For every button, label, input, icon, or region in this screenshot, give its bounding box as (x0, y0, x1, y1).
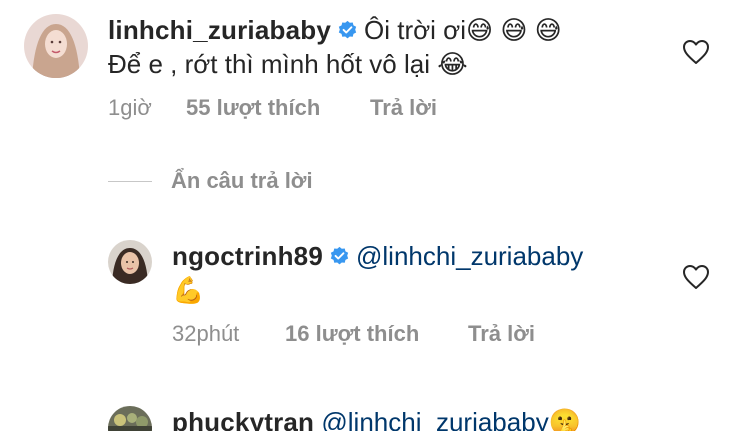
reply-label: Trả lời (370, 95, 437, 120)
comment-text-line1: linhchi_zuriababy Ôi trời ơi😅 😅 😅 (108, 14, 562, 46)
username[interactable]: linhchi_zuriababy (108, 15, 331, 45)
comment-meta: 32phút (172, 320, 239, 348)
verified-badge-icon (337, 20, 358, 41)
divider (108, 181, 152, 182)
avatar[interactable] (24, 14, 88, 78)
comment-text-line1: ngoctrinh89 @linhchi_zuriababy (172, 240, 583, 272)
like-button[interactable] (682, 264, 710, 290)
comment-text: Ôi trời ơi (364, 15, 466, 45)
avatar[interactable] (108, 406, 152, 431)
likes-label: 55 lượt thích (186, 95, 321, 120)
comment-text-line1: phuckytran @linhchi_zuriababy🤫 (172, 406, 581, 431)
comment-text-line2: 💪 (172, 274, 204, 306)
mention-link[interactable]: @linhchi_zuriababy (356, 241, 583, 271)
heart-outline-icon (683, 40, 709, 64)
verified-badge-icon (329, 246, 350, 267)
comment-meta: 1giờ (108, 94, 152, 122)
emoji: 😅 😅 😅 (466, 15, 562, 45)
hide-replies-button[interactable]: Ẩn câu trả lời (171, 167, 313, 195)
emoji: 💪 (172, 275, 205, 305)
emoji: 🤫 (548, 407, 582, 431)
avatar[interactable] (108, 240, 152, 284)
heart-outline-icon (683, 265, 709, 289)
likes-count[interactable]: 16 lượt thích (285, 320, 419, 348)
emoji: 😂 (437, 49, 468, 79)
username[interactable]: ngoctrinh89 (172, 241, 323, 271)
likes-count[interactable]: 55 lượt thích (186, 94, 320, 122)
reply-button[interactable]: Trả lời (468, 320, 535, 348)
comment-text-line2: Để e , rớt thì mình hốt vô lại 😂 (108, 48, 468, 80)
comment-text: Để e , rớt thì mình hốt vô lại (108, 49, 430, 79)
timestamp: 32phút (172, 321, 240, 346)
reply-label: Trả lời (468, 321, 535, 346)
comment-partial: phuckytran @linhchi_zuriababy🤫 (0, 400, 750, 431)
mention-link[interactable]: @linhchi_zuriababy (321, 407, 548, 431)
likes-label: 16 lượt thích (285, 321, 420, 346)
like-button[interactable] (682, 39, 710, 65)
username[interactable]: phuckytran (172, 407, 314, 431)
timestamp: 1giờ (108, 95, 152, 120)
hide-replies-label: Ẩn câu trả lời (171, 168, 313, 193)
reply-button[interactable]: Trả lời (370, 94, 437, 122)
